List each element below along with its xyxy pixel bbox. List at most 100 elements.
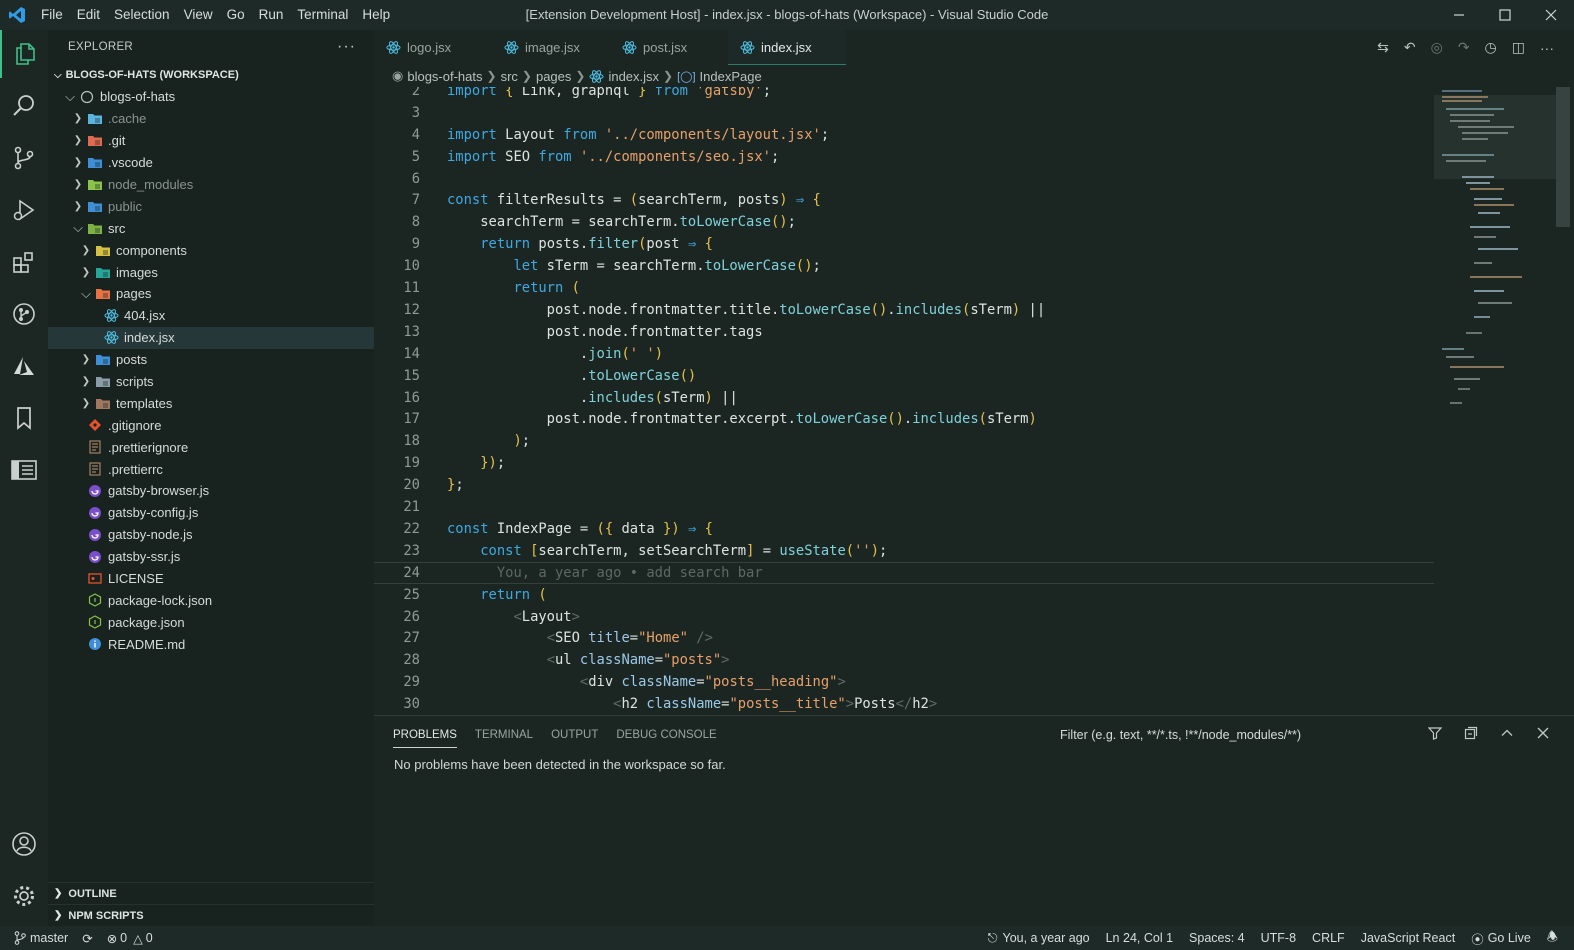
breadcrumb-item[interactable]: IndexPage: [700, 69, 762, 84]
previous-change-icon[interactable]: ↶: [1404, 39, 1416, 56]
code-line[interactable]: 16 .includes(sTerm) ||: [374, 387, 1434, 409]
minimap[interactable]: [1434, 87, 1556, 715]
manage-activity-button[interactable]: [0, 872, 48, 920]
code-line[interactable]: 27 <SEO title="Home" />: [374, 628, 1434, 650]
tab-debug-console[interactable]: DEBUG CONSOLE: [616, 729, 716, 741]
code-line[interactable]: 4 import Layout from '../components/layou…: [374, 124, 1434, 146]
tree-file[interactable]: gatsby-config.js: [48, 502, 374, 524]
code-line[interactable]: 28 <ul className="posts">: [374, 649, 1434, 671]
timeline-icon[interactable]: ◷: [1485, 39, 1497, 56]
tree-file[interactable]: README.md: [48, 633, 374, 655]
tree-file[interactable]: 404.jsx: [48, 305, 374, 327]
timeline-activity-button[interactable]: [0, 446, 48, 494]
tree-file[interactable]: gatsby-ssr.js: [48, 546, 374, 568]
code-line[interactable]: 3: [374, 102, 1434, 124]
code-line[interactable]: 10 let sTerm = searchTerm.toLowerCase();: [374, 255, 1434, 277]
tree-file[interactable]: .prettierignore: [48, 436, 374, 458]
menu-terminal[interactable]: Terminal: [290, 0, 355, 30]
tab-problems[interactable]: PROBLEMS: [393, 729, 457, 748]
collapse-all-icon[interactable]: [1464, 726, 1478, 743]
tab-logo-jsx[interactable]: logo.jsx: [374, 30, 492, 65]
tab-index-jsx[interactable]: index.jsx: [728, 30, 846, 65]
azure-activity-button[interactable]: [0, 342, 48, 390]
maximize-panel-icon[interactable]: [1500, 726, 1514, 743]
code-line[interactable]: 19 });: [374, 452, 1434, 474]
tab-image-jsx[interactable]: image.jsx: [492, 30, 610, 65]
menu-edit[interactable]: Edit: [70, 0, 107, 30]
minimize-button[interactable]: [1436, 0, 1482, 30]
breadcrumb-item[interactable]: index.jsx: [608, 69, 659, 84]
menu-view[interactable]: View: [177, 0, 220, 30]
code-line[interactable]: 5 import SEO from '../components/seo.jsx'…: [374, 146, 1434, 168]
code-line[interactable]: 30 <h2 className="posts__title">Posts</h…: [374, 693, 1434, 715]
code-editor[interactable]: 2 import { Link, graphql } from 'gatsby';…: [374, 87, 1434, 715]
code-line[interactable]: 21: [374, 496, 1434, 518]
close-panel-icon[interactable]: [1536, 726, 1550, 743]
code-line[interactable]: 24 You, a year ago • add search bar: [374, 561, 1434, 584]
tree-file[interactable]: package.json: [48, 611, 374, 633]
menu-selection[interactable]: Selection: [107, 0, 177, 30]
code-line[interactable]: 2 import { Link, graphql } from 'gatsby';: [374, 87, 1434, 102]
split-editor-icon[interactable]: ◫: [1512, 39, 1525, 56]
search-activity-button[interactable]: [0, 82, 48, 130]
tree-folder[interactable]: ❯ scripts: [48, 371, 374, 393]
tree-file[interactable]: package-lock.json: [48, 589, 374, 611]
more-actions-icon[interactable]: ···: [1540, 40, 1554, 56]
tree-folder[interactable]: ❯ .cache: [48, 108, 374, 130]
problems-filter-input[interactable]: Filter (e.g. text, **/*.ts, !**/node_mod…: [1060, 728, 1301, 742]
problems-status[interactable]: ⊗ 0 △ 0: [107, 931, 153, 946]
workspace-section[interactable]: ⌵ BLOGS-OF-HATS (WORKSPACE): [48, 64, 374, 86]
code-line[interactable]: 17 post.node.frontmatter.excerpt.toLower…: [374, 409, 1434, 431]
code-line[interactable]: 7 const filterResults = (searchTerm, post…: [374, 190, 1434, 212]
tree-folder[interactable]: ❯ .vscode: [48, 152, 374, 174]
code-line[interactable]: 18 );: [374, 430, 1434, 452]
encoding-status[interactable]: UTF-8: [1261, 931, 1296, 945]
tab-output[interactable]: OUTPUT: [551, 729, 598, 741]
code-line[interactable]: 25 return (: [374, 584, 1434, 606]
tree-folder[interactable]: ❯ node_modules: [48, 174, 374, 196]
tree-file[interactable]: index.jsx: [48, 326, 374, 349]
menu-help[interactable]: Help: [355, 0, 397, 30]
breadcrumb-item[interactable]: src: [501, 69, 518, 84]
tree-file[interactable]: .gitignore: [48, 414, 374, 436]
tree-folder[interactable]: ❯ public: [48, 195, 374, 217]
close-window-button[interactable]: [1528, 0, 1574, 30]
tree-file[interactable]: gatsby-browser.js: [48, 480, 374, 502]
indentation-status[interactable]: Spaces: 4: [1189, 931, 1245, 945]
code-line[interactable]: 8 searchTerm = searchTerm.toLowerCase();: [374, 211, 1434, 233]
code-line[interactable]: 29 <div className="posts__heading">: [374, 671, 1434, 693]
code-line[interactable]: 14 .join(' '): [374, 343, 1434, 365]
notifications-icon[interactable]: 🕭: [1547, 928, 1558, 949]
compare-changes-icon[interactable]: ⇆: [1377, 39, 1389, 56]
code-line[interactable]: 23 const [searchTerm, setSearchTerm] = u…: [374, 540, 1434, 562]
tab-terminal[interactable]: TERMINAL: [475, 729, 533, 741]
accounts-activity-button[interactable]: [0, 820, 48, 868]
git-graph-activity-button[interactable]: [0, 290, 48, 338]
tree-folder[interactable]: ❯ .git: [48, 130, 374, 152]
more-actions-icon[interactable]: ···: [337, 38, 356, 56]
cursor-position[interactable]: Ln 24, Col 1: [1106, 931, 1173, 945]
sync-icon[interactable]: ⟳: [82, 931, 92, 946]
tree-folder[interactable]: ❯ templates: [48, 392, 374, 414]
code-line[interactable]: 26 <Layout>: [374, 606, 1434, 628]
tree-file[interactable]: .prettierrc: [48, 458, 374, 480]
tab-post-jsx[interactable]: post.jsx: [610, 30, 728, 65]
explorer-activity-button[interactable]: [0, 30, 48, 78]
tree-folder[interactable]: ⌵ blogs-of-hats: [48, 86, 374, 108]
code-line[interactable]: 22 const IndexPage = ({ data }) ⇒ {: [374, 518, 1434, 540]
code-line[interactable]: 12 post.node.frontmatter.title.toLowerCa…: [374, 299, 1434, 321]
language-mode[interactable]: JavaScript React: [1361, 931, 1455, 945]
maximize-button[interactable]: [1482, 0, 1528, 30]
branch-status[interactable]: master: [14, 931, 68, 945]
source-control-activity-button[interactable]: [0, 134, 48, 182]
tree-file[interactable]: gatsby-node.js: [48, 524, 374, 546]
tree-folder[interactable]: ❯ posts: [48, 349, 374, 371]
tree-folder[interactable]: ❯ images: [48, 261, 374, 283]
run-debug-activity-button[interactable]: [0, 186, 48, 234]
filter-icon[interactable]: [1427, 726, 1443, 743]
breadcrumb-item[interactable]: pages: [536, 69, 571, 84]
code-line[interactable]: 20};: [374, 474, 1434, 496]
tree-folder[interactable]: ⌵ src: [48, 217, 374, 239]
code-line[interactable]: 15 .toLowerCase(): [374, 365, 1434, 387]
extensions-activity-button[interactable]: [0, 238, 48, 286]
